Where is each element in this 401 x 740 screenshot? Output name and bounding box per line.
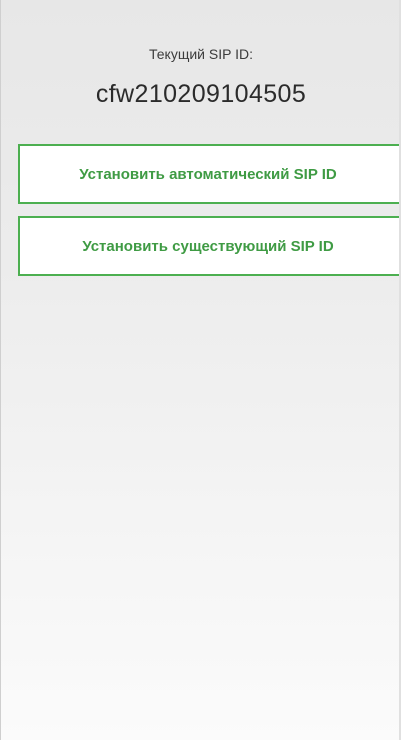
- set-automatic-sip-id-label: Установить автоматический SIP ID: [79, 165, 337, 183]
- set-automatic-sip-id-button[interactable]: Установить автоматический SIP ID: [18, 144, 401, 204]
- current-sip-id-value: cfw210209104505: [95, 80, 307, 108]
- set-existing-sip-id-label: Установить существующий SIP ID: [82, 237, 334, 255]
- sip-settings-screen: Текущий SIP ID: cfw210209104505 Установи…: [0, 0, 401, 740]
- current-sip-id-label: Текущий SIP ID:: [149, 46, 253, 62]
- set-existing-sip-id-button[interactable]: Установить существующий SIP ID: [18, 216, 401, 276]
